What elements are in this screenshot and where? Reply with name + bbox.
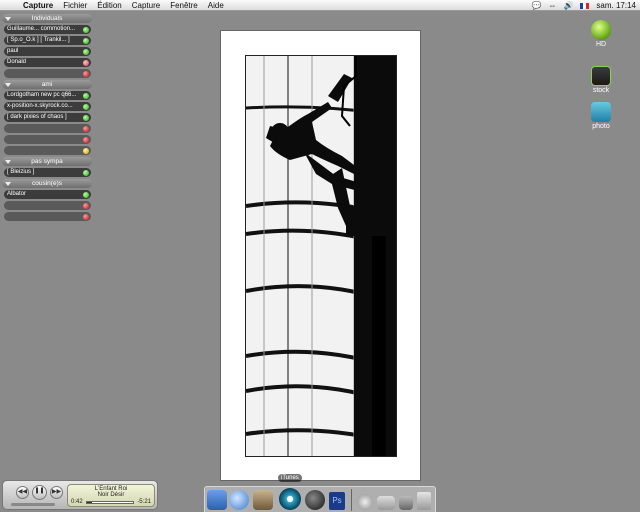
desktop-icon-label: photo xyxy=(592,123,610,130)
buddy-item[interactable]: [ dark pixies of chaos ] xyxy=(4,113,91,122)
buddy-item[interactable]: Lordgotham new pc q66... xyxy=(4,91,91,100)
desktop-icon-label: stock xyxy=(592,87,610,94)
group-header-pas-sympa[interactable]: pas sympa xyxy=(2,157,92,166)
status-available-icon xyxy=(83,37,89,44)
buddy-item[interactable]: Guillaume... commotion... xyxy=(4,25,91,34)
disclosure-triangle-icon[interactable] xyxy=(5,17,11,21)
dock-divider xyxy=(351,489,352,511)
chat-bubble-icon[interactable]: 💬 xyxy=(531,1,541,10)
sync-arrows-icon[interactable]: ⇔ xyxy=(548,1,556,10)
clock[interactable]: sam. 17:14 xyxy=(596,1,636,10)
status-available-icon xyxy=(83,191,89,198)
buddy-item[interactable]: [ Sp.o_O.k ] [ Trankil... ] xyxy=(4,36,91,45)
status-available-icon xyxy=(83,26,89,33)
pause-button[interactable]: ❚❚ xyxy=(32,485,47,500)
buddy-list: Individuals Guillaume... commotion... [ … xyxy=(2,12,92,221)
status-available-icon xyxy=(83,103,89,110)
chat-app-icon[interactable] xyxy=(305,490,325,510)
status-blocked-icon xyxy=(83,59,89,66)
buddy-item[interactable]: x-position-x.skyrock.co... xyxy=(4,102,91,111)
document-icon[interactable] xyxy=(399,496,413,510)
menu-fichier[interactable]: Fichier xyxy=(58,0,92,11)
menu-bar: Capture Fichier Édition Capture Fenêtre … xyxy=(0,0,640,11)
silhouette-photo xyxy=(245,55,397,457)
volume-slider[interactable] xyxy=(11,503,55,506)
system-prefs-icon[interactable] xyxy=(357,494,373,510)
disclosure-triangle-icon[interactable] xyxy=(5,160,11,164)
buddy-item-offline[interactable] xyxy=(4,69,91,78)
safari-icon[interactable] xyxy=(229,490,249,510)
itunes-display: L'Enfant Roi Noir Désir 0:42 -5:21 xyxy=(67,484,155,507)
menu-edition[interactable]: Édition xyxy=(92,0,126,11)
group-header-ami[interactable]: ami xyxy=(2,80,92,89)
buddy-item-offline[interactable] xyxy=(4,124,91,133)
progress-bar[interactable] xyxy=(85,500,135,504)
menu-fenetre[interactable]: Fenêtre xyxy=(165,0,203,11)
status-available-icon xyxy=(83,169,89,176)
itunes-icon[interactable] xyxy=(279,488,301,510)
menu-extras: 💬 ⇔ 🔊 sam. 17:14 xyxy=(531,0,636,11)
buddy-item[interactable]: paul xyxy=(4,47,91,56)
status-available-icon xyxy=(83,92,89,99)
buddy-item-offline[interactable] xyxy=(4,201,91,210)
status-available-icon xyxy=(83,114,89,121)
disclosure-triangle-icon[interactable] xyxy=(5,182,11,186)
desktop-icon-label: HD xyxy=(595,41,607,48)
status-offline-icon xyxy=(83,125,89,132)
french-flag-icon[interactable] xyxy=(580,2,590,9)
status-offline-icon xyxy=(83,202,89,209)
track-artist: Noir Désir xyxy=(97,492,125,498)
volume-icon[interactable]: 🔊 xyxy=(563,1,573,10)
buddy-item[interactable]: [ Bleizius ] xyxy=(4,168,91,177)
buddy-item-offline[interactable] xyxy=(4,135,91,144)
folder-stock-icon xyxy=(591,66,611,86)
trash-icon[interactable] xyxy=(417,492,431,510)
hard-drive-icon xyxy=(591,20,611,40)
minimized-window-icon[interactable] xyxy=(377,496,395,510)
finder-icon[interactable] xyxy=(207,490,227,510)
disclosure-triangle-icon[interactable] xyxy=(5,83,11,87)
status-offline-icon xyxy=(83,70,89,77)
climber-silhouette-image xyxy=(246,56,396,456)
elapsed-time: 0:42 xyxy=(71,499,83,505)
desktop-icon-stock[interactable]: stock xyxy=(586,66,616,94)
desktop-icon-photo[interactable]: photo xyxy=(586,102,616,130)
menu-app[interactable]: Capture xyxy=(18,0,58,11)
group-header-cousins[interactable]: cousin(e)s xyxy=(2,179,92,188)
menu-aide[interactable]: Aide xyxy=(203,0,229,11)
folder-photo-icon xyxy=(591,102,611,122)
photoshop-icon[interactable]: Ps xyxy=(329,492,345,510)
group-header-individuals[interactable]: Individuals xyxy=(2,14,92,23)
desktop-icon-hd[interactable]: HD xyxy=(586,20,616,48)
buddy-item-offline[interactable] xyxy=(4,212,91,221)
photo-frame xyxy=(220,30,421,481)
status-offline-icon xyxy=(83,213,89,220)
dock: Ps xyxy=(204,486,436,512)
menu-capture[interactable]: Capture xyxy=(127,0,165,11)
previous-track-icon[interactable]: ◀◀ xyxy=(16,486,29,499)
status-offline-icon xyxy=(83,136,89,143)
capture-app-icon[interactable] xyxy=(253,490,273,510)
next-track-icon[interactable]: ▶▶ xyxy=(50,486,63,499)
buddy-item[interactable]: Donald xyxy=(4,58,91,67)
progress-fill xyxy=(86,501,93,503)
status-away-icon xyxy=(83,147,89,154)
itunes-controller: ◀◀ ❚❚ ▶▶ L'Enfant Roi Noir Désir 0:42 -5… xyxy=(2,480,158,510)
dock-tooltip: iTunes xyxy=(278,474,302,482)
buddy-item-away[interactable] xyxy=(4,146,91,155)
buddy-item[interactable]: Albator xyxy=(4,190,91,199)
status-available-icon xyxy=(83,48,89,55)
remaining-time: -5:21 xyxy=(137,499,151,505)
